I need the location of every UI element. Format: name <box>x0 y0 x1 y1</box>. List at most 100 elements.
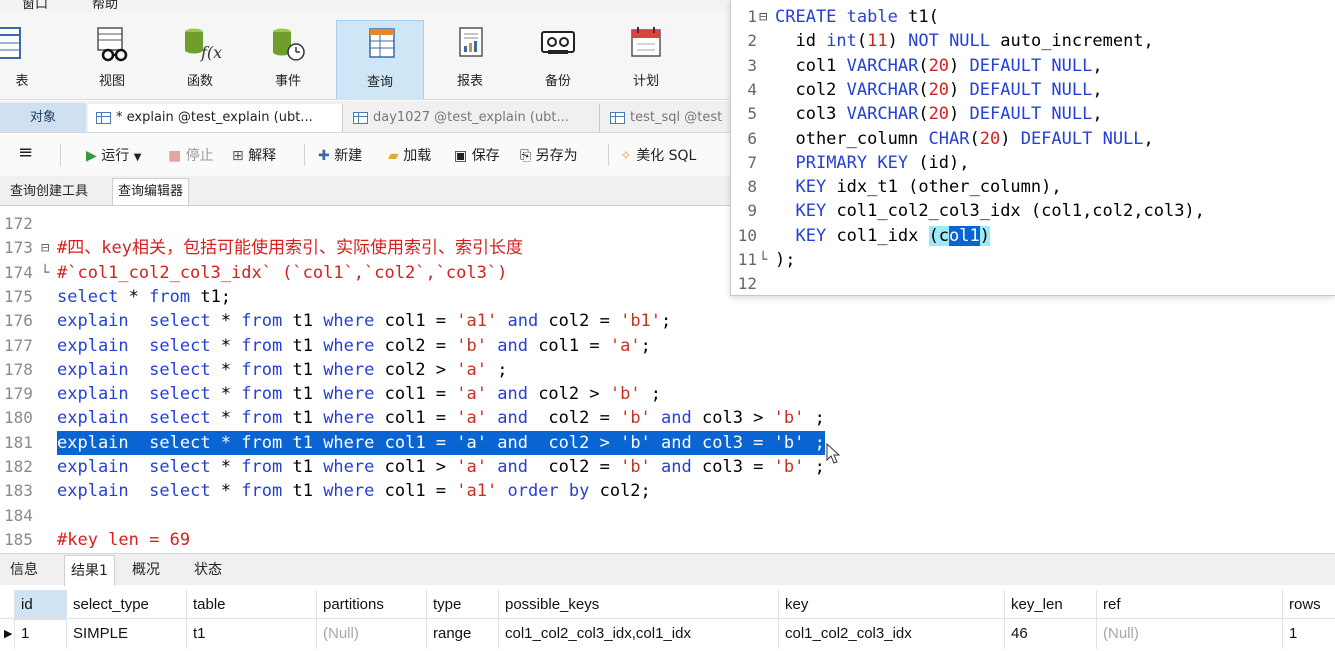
grid-cell-type[interactable]: range <box>426 619 498 649</box>
code-token: 'b' <box>773 457 805 477</box>
menu-window[interactable]: 窗口 <box>22 0 48 12</box>
ddl-line: 7 PRIMARY KEY (id), <box>731 151 1335 175</box>
code-token: * <box>210 311 242 332</box>
code-token: 'a' <box>456 384 487 405</box>
ddl-text: KEY idx_t1 (other_column), <box>775 175 1061 199</box>
code-token: ; <box>640 384 662 405</box>
ribbon-schedule-button[interactable]: 计划 <box>602 20 690 99</box>
code-token: 'b' <box>620 432 651 453</box>
result-grid[interactable]: id select_type table partitions type possible… <box>0 588 1335 651</box>
result-tabs: 信息 结果1 概况 状态 <box>0 553 1335 586</box>
create-table-pane[interactable]: 1 ⊟ CREATE table t1(2 id int(11) NOT NULL … <box>730 0 1335 296</box>
code-token: ; <box>804 432 825 453</box>
new-button[interactable]: ✚ 新建 <box>318 145 362 165</box>
ribbon-label: 事件 <box>274 74 301 89</box>
line-number: 9 <box>747 201 757 221</box>
ddl-text: other_column CHAR(20) DEFAULT NULL, <box>775 127 1153 151</box>
ribbon-label: 报表 <box>456 74 483 89</box>
code-token: from <box>241 311 283 332</box>
column-header-select-type[interactable]: select_type <box>66 590 186 620</box>
tab-query-editor[interactable]: 查询编辑器 <box>112 178 190 205</box>
menu-icon[interactable]: ≡ <box>18 142 33 163</box>
explain-button[interactable]: ⊞ 解释 <box>232 145 276 165</box>
code-token: 'a1' <box>456 481 498 502</box>
column-header-key-len[interactable]: key_len <box>1004 590 1096 620</box>
code-token: DEFAULT NULL <box>969 79 1093 100</box>
ribbon-table-button[interactable]: 表 <box>0 20 44 99</box>
ribbon-query-button[interactable]: 查询 <box>336 20 424 99</box>
column-header-ref[interactable]: ref <box>1096 590 1282 620</box>
column-header-type[interactable]: type <box>426 590 498 620</box>
save-as-label: 另存为 <box>535 148 578 164</box>
column-header-rows[interactable]: rows <box>1282 590 1335 620</box>
code-token: select <box>149 311 211 332</box>
ribbon-backup-button[interactable]: 备份 <box>514 20 602 99</box>
beautify-sql-button[interactable]: ✧ 美化 SQL <box>620 145 696 165</box>
code-token: col1_col2_col3_idx (col1,col2,col3), <box>826 201 1205 222</box>
code-token: col1 = <box>374 481 457 502</box>
code-token: PRIMARY KEY <box>795 152 909 173</box>
grid-header: id select_type table partitions type possible… <box>0 590 1335 620</box>
column-header-possible-keys[interactable]: possible_keys <box>498 590 778 620</box>
code-token: select <box>149 335 211 356</box>
column-header-id[interactable]: id <box>14 590 66 620</box>
code-token: col1 = <box>374 384 457 405</box>
ribbon-label: 查询 <box>366 75 393 90</box>
function-icon: f(x) <box>185 28 222 62</box>
ribbon-report-button[interactable]: 报表 <box>426 20 514 99</box>
grid-cell-possible-keys[interactable]: col1_col2_col3_idx,col1_idx <box>498 619 778 649</box>
save-as-button[interactable]: ⎘ 另存为 <box>520 145 578 165</box>
column-header-partitions[interactable]: partitions <box>316 590 426 620</box>
tab-query-explain[interactable]: * explain @test_explain (ubt... <box>88 104 343 132</box>
ddl-line: 11 └); <box>731 248 1335 272</box>
grid-cell-id[interactable]: 1 <box>14 619 66 649</box>
menu-help[interactable]: 帮助 <box>92 0 118 12</box>
column-header-key[interactable]: key <box>778 590 1004 620</box>
load-button[interactable]: ▰ 加载 <box>388 145 431 165</box>
save-button[interactable]: ▣ 保存 <box>454 145 500 165</box>
grid-cell-rows[interactable]: 1 <box>1282 619 1335 649</box>
grid-cell-table[interactable]: t1 <box>186 619 316 649</box>
tab-status[interactable]: 状态 <box>188 555 228 586</box>
tab-objects[interactable]: 对象 <box>0 103 86 132</box>
line-number: 2 <box>747 31 757 51</box>
code-token: ; <box>661 311 672 332</box>
table-row[interactable]: ▶ 1 SIMPLE t1 (Null) range col1_col2_col3_idx,… <box>0 618 1335 649</box>
ribbon-view-button[interactable]: 视图 <box>68 20 156 99</box>
grid-cell-key-len[interactable]: 46 <box>1004 619 1096 649</box>
code-token: * <box>210 408 242 429</box>
code-token: ) <box>949 104 970 125</box>
tab-query-day1027[interactable]: day1027 @test_explain (ubt... <box>345 104 600 132</box>
object-ribbon: 表 视图 f(x) 函数 事件 查询 报表 备份 计划 模 <box>0 12 740 100</box>
column-header-table[interactable]: table <box>186 590 316 620</box>
tab-query-builder[interactable]: 查询创建工具 <box>4 178 94 205</box>
ddl-text: CREATE table t1( <box>775 5 939 29</box>
tab-query-test-sql[interactable]: test_sql @test <box>602 104 740 132</box>
code-token: explain <box>57 335 129 356</box>
line-number: 1 <box>747 7 757 26</box>
grid-cell-partitions[interactable]: (Null) <box>316 619 426 649</box>
query-icon <box>369 28 395 58</box>
tab-result1[interactable]: 结果1 <box>64 555 115 586</box>
code-token: explain <box>57 457 129 477</box>
save-label: 保存 <box>471 148 500 164</box>
code-token: col2 = <box>538 311 621 332</box>
fold-marker-icon: └ <box>759 252 768 268</box>
grid-cell-key[interactable]: col1_col2_col3_idx <box>778 619 1004 649</box>
code-token: order by <box>507 481 590 502</box>
tab-overview[interactable]: 概况 <box>126 555 166 586</box>
code-token: and <box>497 457 528 477</box>
code-token: #`col1_col2_col3_idx` (`col1`,`col2`,`co… <box>57 262 508 283</box>
run-button[interactable]: ▶ 运行 ▼ <box>86 145 141 165</box>
code-token: CHAR <box>928 128 970 149</box>
ddl-line: 10 KEY col1_idx (col1) <box>731 224 1335 248</box>
code-token: 20 <box>928 104 950 125</box>
ribbon-event-button[interactable]: 事件 <box>244 20 332 99</box>
ribbon-function-button[interactable]: f(x) 函数 <box>156 20 244 99</box>
grid-cell-select-type[interactable]: SIMPLE <box>66 619 186 649</box>
tab-info[interactable]: 信息 <box>4 555 44 586</box>
grid-cell-ref[interactable]: (Null) <box>1096 619 1282 649</box>
stop-button[interactable]: ■ 停止 <box>168 145 214 165</box>
